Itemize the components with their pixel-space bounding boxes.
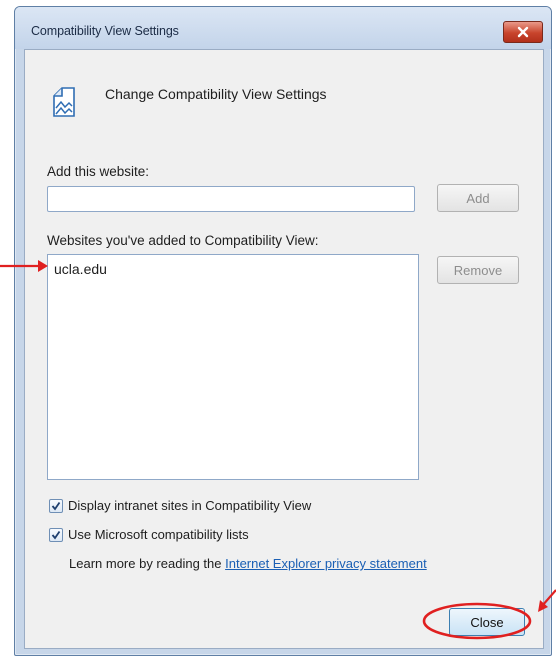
privacy-statement-link[interactable]: Internet Explorer privacy statement xyxy=(225,556,427,571)
dialog-body: Change Compatibility View Settings Add t… xyxy=(24,49,544,649)
learn-more-prefix: Learn more by reading the xyxy=(69,556,226,571)
close-icon xyxy=(517,26,529,38)
learn-more-text: Learn more by reading the Internet Explo… xyxy=(69,556,427,571)
ms-lists-checkbox-label: Use Microsoft compatibility lists xyxy=(68,527,249,542)
compatibility-view-dialog: Compatibility View Settings Change Compa… xyxy=(14,6,552,656)
checkmark-icon xyxy=(51,530,61,539)
compatibility-view-icon xyxy=(53,87,75,117)
checkmark-icon xyxy=(51,501,61,510)
sites-list[interactable]: ucla.edu xyxy=(47,254,419,480)
intranet-checkbox-label: Display intranet sites in Compatibility … xyxy=(68,498,312,513)
intranet-checkbox[interactable] xyxy=(49,498,63,513)
remove-button[interactable]: Remove xyxy=(437,256,519,284)
close-window-button[interactable] xyxy=(503,21,543,43)
header-text: Change Compatibility View Settings xyxy=(105,86,327,102)
title-bar[interactable]: Compatibility View Settings xyxy=(15,7,551,49)
sites-list-label: Websites you've added to Compatibility V… xyxy=(47,233,319,248)
add-button[interactable]: Add xyxy=(437,184,519,212)
add-website-input[interactable] xyxy=(47,186,415,212)
close-button[interactable]: Close xyxy=(449,608,525,636)
intranet-checkbox-row[interactable]: Display intranet sites in Compatibility … xyxy=(49,498,311,513)
add-website-label: Add this website: xyxy=(47,164,150,179)
dialog-title: Compatibility View Settings xyxy=(31,24,179,38)
ms-lists-checkbox-row[interactable]: Use Microsoft compatibility lists xyxy=(49,527,249,542)
list-item[interactable]: ucla.edu xyxy=(54,261,107,277)
ms-lists-checkbox[interactable] xyxy=(49,527,63,542)
